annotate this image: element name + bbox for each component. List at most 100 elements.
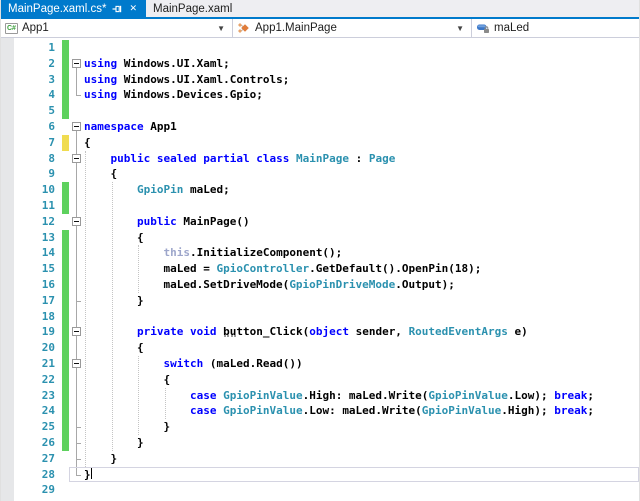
navigation-bar: C# App1 ▼ App1.MainPage ▼ <box>1 19 639 38</box>
code-text: public sealed partial class MainPage : P… <box>84 151 639 167</box>
code-editor[interactable]: 12 using Windows.UI.Xaml; 3 using Windows.U… <box>1 38 639 501</box>
code-line[interactable]: 1 <box>1 40 639 56</box>
code-line[interactable]: 16 maLed.SetDriveMode(GpioPinDriveMode.O… <box>1 277 639 293</box>
code-line[interactable]: 14 this.InitializeComponent(); <box>1 245 639 261</box>
fold-collapse-toggle[interactable] <box>72 217 81 226</box>
outlining-margin <box>69 198 84 214</box>
code-line[interactable]: 27 } <box>1 451 639 467</box>
outlining-margin <box>69 182 84 198</box>
project-dropdown[interactable]: C# App1 ▼ <box>1 19 232 37</box>
code-text: { <box>84 340 639 356</box>
line-number: 19 <box>14 324 62 340</box>
change-margin <box>62 119 69 135</box>
code-line[interactable]: 9 { <box>1 166 639 182</box>
code-text: namespace App1 <box>84 119 639 135</box>
code-line[interactable]: 4using Windows.Devices.Gpio; <box>1 87 639 103</box>
member-dropdown[interactable]: maLed <box>471 19 639 37</box>
fold-collapse-toggle[interactable] <box>72 59 81 68</box>
line-number: 17 <box>14 293 62 309</box>
code-text: } <box>84 293 639 309</box>
dropdown-arrow-icon[interactable]: ▼ <box>456 24 467 33</box>
outlining-margin <box>69 388 84 404</box>
change-margin <box>62 214 69 230</box>
code-text: maLed.SetDriveMode(GpioPinDriveMode.Outp… <box>84 277 639 293</box>
line-number: 5 <box>14 103 62 119</box>
project-dropdown-label: App1 <box>18 22 217 34</box>
close-icon[interactable]: ✕ <box>127 3 139 14</box>
code-text: { <box>84 135 639 151</box>
code-line[interactable]: 26 } <box>1 435 639 451</box>
text-caret <box>91 467 92 479</box>
fold-collapse-toggle[interactable] <box>72 359 81 368</box>
code-line[interactable]: 19 private void button_Click(object send… <box>1 324 639 340</box>
line-number: 3 <box>14 72 62 88</box>
outlining-margin <box>69 293 84 309</box>
document-tab-bar: MainPage.xaml.cs* ✕ MainPage.xaml <box>1 0 639 19</box>
change-indicator <box>62 309 69 325</box>
fold-collapse-toggle[interactable] <box>72 327 81 336</box>
line-number: 6 <box>14 119 62 135</box>
member-dropdown-label: maLed <box>490 22 635 34</box>
code-line[interactable]: 28} <box>1 467 639 483</box>
code-line[interactable]: 24 case GpioPinValue.Low: maLed.Write(Gp… <box>1 403 639 419</box>
code-line[interactable]: 23 case GpioPinValue.High: maLed.Write(G… <box>1 388 639 404</box>
tab-mainpage-xaml[interactable]: MainPage.xaml <box>146 0 245 17</box>
code-line[interactable]: 15 maLed = GpioController.GetDefault().O… <box>1 261 639 277</box>
change-indicator <box>62 388 69 404</box>
change-indicator <box>62 277 69 293</box>
tab-mainpage-xaml-cs[interactable]: MainPage.xaml.cs* ✕ <box>1 0 146 17</box>
fold-collapse-toggle[interactable] <box>72 122 81 131</box>
code-line[interactable]: 6 namespace App1 <box>1 119 639 135</box>
code-text <box>84 198 639 214</box>
line-number: 12 <box>14 214 62 230</box>
code-line[interactable]: 11 <box>1 198 639 214</box>
type-dropdown[interactable]: App1.MainPage ▼ <box>232 19 471 37</box>
change-indicator <box>62 356 69 372</box>
change-indicator <box>62 324 69 340</box>
line-number: 9 <box>14 166 62 182</box>
dropdown-arrow-icon[interactable]: ▼ <box>217 24 228 33</box>
code-text: using Windows.UI.Xaml.Controls; <box>84 72 639 88</box>
line-number: 23 <box>14 388 62 404</box>
line-number: 28 <box>14 467 62 483</box>
line-number: 20 <box>14 340 62 356</box>
code-line[interactable]: 21 switch (maLed.Read()) <box>1 356 639 372</box>
outlining-margin <box>69 103 84 119</box>
code-line[interactable]: 13 { <box>1 230 639 246</box>
pin-icon[interactable] <box>112 4 122 14</box>
code-text: } <box>84 435 639 451</box>
code-line[interactable]: 22 { <box>1 372 639 388</box>
code-line[interactable]: 18 <box>1 309 639 325</box>
code-line[interactable]: 7{ <box>1 135 639 151</box>
change-indicator <box>62 135 69 151</box>
outlining-margin <box>69 135 84 151</box>
code-line[interactable]: 29 <box>1 482 639 498</box>
line-number: 16 <box>14 277 62 293</box>
code-text <box>84 40 639 56</box>
change-margin <box>62 451 69 467</box>
code-line[interactable]: 2 using Windows.UI.Xaml; <box>1 56 639 72</box>
outlining-margin <box>69 245 84 261</box>
change-indicator <box>62 103 69 119</box>
code-line[interactable]: 20 { <box>1 340 639 356</box>
outlining-margin <box>69 40 84 56</box>
code-text: maLed = GpioController.GetDefault().Open… <box>84 261 639 277</box>
fold-collapse-toggle[interactable] <box>72 154 81 163</box>
code-line[interactable]: 17 } <box>1 293 639 309</box>
change-indicator <box>62 261 69 277</box>
change-indicator <box>62 87 69 103</box>
outlining-margin <box>69 451 84 467</box>
line-number: 26 <box>14 435 62 451</box>
outlining-margin <box>69 403 84 419</box>
code-line[interactable]: 3 using Windows.UI.Xaml.Controls; <box>1 72 639 88</box>
code-line[interactable]: 12 public MainPage() <box>1 214 639 230</box>
line-number: 2 <box>14 56 62 72</box>
line-number: 1 <box>14 40 62 56</box>
class-icon <box>237 22 251 34</box>
code-line[interactable]: 5 <box>1 103 639 119</box>
outlining-margin <box>69 482 84 498</box>
code-line[interactable]: 8 public sealed partial class MainPage :… <box>1 151 639 167</box>
code-line[interactable]: 10 GpioPin maLed; <box>1 182 639 198</box>
code-line[interactable]: 25 } <box>1 419 639 435</box>
code-text: using Windows.UI.Xaml; <box>84 56 639 72</box>
